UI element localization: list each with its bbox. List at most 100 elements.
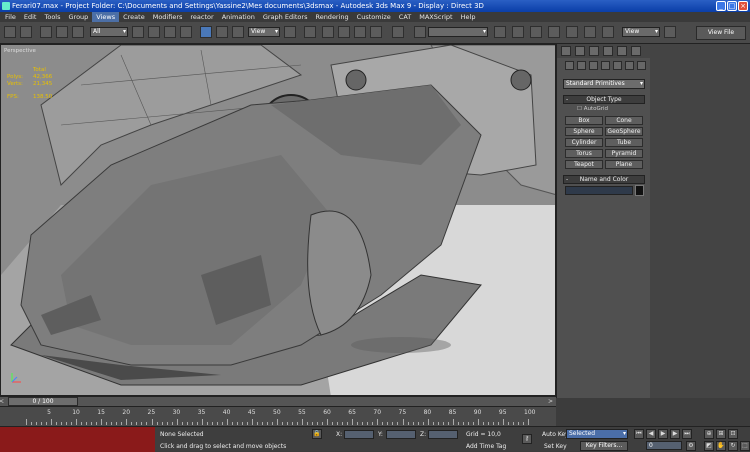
previous-frame-icon[interactable]: ◀ [646, 429, 656, 439]
mirror-icon[interactable] [414, 26, 426, 38]
zoom-icon[interactable]: ⊕ [704, 429, 714, 439]
select-and-rotate-icon[interactable] [216, 26, 228, 38]
view-file-button[interactable]: View File [696, 26, 746, 40]
primitive-category-select[interactable]: Standard Primitives [563, 79, 645, 89]
bind-space-warp-icon[interactable] [72, 26, 84, 38]
render-setup-icon[interactable] [584, 26, 596, 38]
menu-edit[interactable]: Edit [20, 12, 41, 22]
auto-key-label[interactable]: Auto Key [542, 431, 569, 438]
field-of-view-icon[interactable]: ◩ [704, 441, 714, 451]
menu-maxscript[interactable]: MAXScript [415, 12, 456, 22]
menu-graph-editors[interactable]: Graph Editors [259, 12, 312, 22]
key-filters-button[interactable]: Key Filters... [580, 441, 628, 451]
tube-button[interactable]: Tube [605, 138, 643, 147]
zoom-extents-icon[interactable]: ⊡ [728, 429, 738, 439]
autogrid-checkbox[interactable]: ☐ AutoGrid [577, 106, 608, 112]
box-button[interactable]: Box [565, 116, 603, 125]
cameras-icon[interactable] [601, 61, 610, 70]
reference-coordinate-select[interactable]: View [248, 27, 280, 37]
helpers-icon[interactable] [613, 61, 622, 70]
shapes-icon[interactable] [577, 61, 586, 70]
align-icon[interactable] [494, 26, 506, 38]
curve-editor-icon[interactable] [530, 26, 542, 38]
menu-modifiers[interactable]: Modifiers [149, 12, 187, 22]
next-frame-icon[interactable]: ▶ [670, 429, 680, 439]
angle-snap-icon[interactable] [338, 26, 350, 38]
lock-selection-icon[interactable]: 🔒 [312, 429, 322, 439]
viewport-label[interactable]: Perspective [4, 48, 36, 54]
minimize-button[interactable]: _ [716, 1, 726, 11]
maximize-viewport-icon[interactable]: ⬚ [740, 441, 750, 451]
modify-tab-icon[interactable] [575, 46, 585, 56]
y-coord-field[interactable] [386, 430, 416, 439]
close-button[interactable]: × [738, 1, 748, 11]
material-editor-icon[interactable] [566, 26, 578, 38]
key-mode-icon[interactable]: ⚷ [522, 434, 532, 444]
motion-tab-icon[interactable] [603, 46, 613, 56]
select-and-manipulate-icon[interactable] [304, 26, 316, 38]
perspective-viewport[interactable]: Perspective Total Polys: 42,366 Verts: 21,… [0, 44, 556, 396]
menu-animation[interactable]: Animation [218, 12, 259, 22]
z-coord-field[interactable] [428, 430, 458, 439]
track-bar[interactable]: 5 10 15 20 25 30 35 40 45 50 55 60 65 70 75 80 85 90 95 100 [0, 406, 556, 426]
named-selection-sets-select[interactable] [428, 27, 488, 37]
quick-render-icon[interactable] [664, 26, 676, 38]
layer-manager-icon[interactable] [512, 26, 524, 38]
percent-snap-icon[interactable] [354, 26, 366, 38]
key-selection-select[interactable]: Selected [566, 429, 628, 439]
systems-icon[interactable] [637, 61, 646, 70]
play-icon[interactable]: ▶ [658, 429, 668, 439]
menu-help[interactable]: Help [457, 12, 480, 22]
geometry-icon[interactable] [565, 61, 574, 70]
time-slider-next[interactable]: > [548, 397, 553, 406]
schematic-view-icon[interactable] [548, 26, 560, 38]
arc-rotate-icon[interactable]: ↻ [728, 441, 738, 451]
menu-views[interactable]: Views [92, 12, 120, 22]
menu-reactor[interactable]: reactor [186, 12, 217, 22]
menu-customize[interactable]: Customize [353, 12, 395, 22]
object-type-rollout[interactable]: - Object Type [563, 95, 645, 104]
undo-icon[interactable] [4, 26, 16, 38]
snaps-toggle-icon[interactable] [322, 26, 334, 38]
pan-hand-icon[interactable]: ✋ [716, 441, 726, 451]
cone-button[interactable]: Cone [605, 116, 643, 125]
time-slider-prev[interactable]: < [0, 397, 4, 406]
edit-named-selections-icon[interactable] [392, 26, 404, 38]
teapot-button[interactable]: Teapot [565, 160, 603, 169]
time-configuration-icon[interactable]: ⚙ [686, 441, 696, 451]
select-and-link-icon[interactable] [40, 26, 52, 38]
window-crossing-icon[interactable] [180, 26, 192, 38]
pivot-center-icon[interactable] [284, 26, 296, 38]
menu-file[interactable]: File [1, 12, 20, 22]
zoom-all-icon[interactable]: ⊞ [716, 429, 726, 439]
menu-group[interactable]: Group [65, 12, 93, 22]
lights-icon[interactable] [589, 61, 598, 70]
hierarchy-tab-icon[interactable] [589, 46, 599, 56]
set-key-label[interactable]: Set Key [544, 443, 567, 450]
go-to-end-icon[interactable]: ⏭ [682, 429, 692, 439]
menu-cat[interactable]: CAT [395, 12, 415, 22]
render-frame-window-icon[interactable] [602, 26, 614, 38]
pyramid-button[interactable]: Pyramid [605, 149, 643, 158]
object-name-input[interactable] [565, 186, 633, 195]
selection-filter-select[interactable]: All [90, 27, 128, 37]
space-warps-icon[interactable] [625, 61, 634, 70]
rectangular-selection-icon[interactable] [164, 26, 176, 38]
maximize-button[interactable]: □ [727, 1, 737, 11]
geosphere-button[interactable]: GeoSphere [605, 127, 643, 136]
create-tab-icon[interactable] [561, 46, 571, 56]
sphere-button[interactable]: Sphere [565, 127, 603, 136]
maxscript-listener-mini[interactable] [0, 427, 155, 452]
spinner-snap-icon[interactable] [370, 26, 382, 38]
torus-button[interactable]: Torus [565, 149, 603, 158]
select-and-move-icon[interactable] [200, 26, 212, 38]
x-coord-field[interactable] [344, 430, 374, 439]
cylinder-button[interactable]: Cylinder [565, 138, 603, 147]
unlink-icon[interactable] [56, 26, 68, 38]
select-object-icon[interactable] [132, 26, 144, 38]
name-and-color-rollout[interactable]: - Name and Color [563, 175, 645, 184]
render-viewport-select[interactable]: View [622, 27, 660, 37]
utilities-tab-icon[interactable] [631, 46, 641, 56]
display-tab-icon[interactable] [617, 46, 627, 56]
time-slider[interactable]: < 0 / 100 > [0, 396, 556, 406]
